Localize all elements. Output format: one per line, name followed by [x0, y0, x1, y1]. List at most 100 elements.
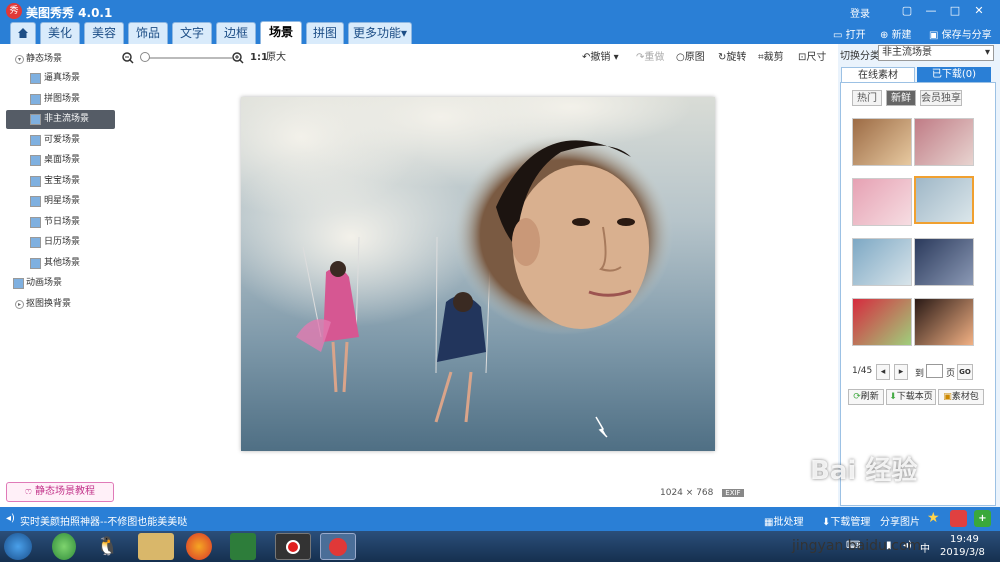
star-icon[interactable]: ★ [927, 510, 940, 526]
add-icon[interactable]: + [974, 510, 991, 527]
resize-button[interactable]: ⊡尺寸 [798, 48, 826, 68]
tab-cosmetic[interactable]: 美容 [84, 22, 124, 44]
image-width: 1024 [660, 488, 683, 498]
save-icon: ▣ [929, 30, 942, 41]
subtab-hot[interactable]: 热门 [852, 90, 882, 106]
category-value: 非主流场景 [882, 47, 932, 58]
minimize-button[interactable]: — [922, 3, 940, 19]
material-thumbnail[interactable] [852, 298, 912, 346]
sidebar-item-baby[interactable]: 宝宝场景 [0, 172, 118, 191]
tutorial-label: 静态场景教程 [34, 486, 95, 497]
sidebar-item-holiday[interactable]: 节日场景 [0, 213, 118, 232]
image-height: 768 [696, 488, 714, 498]
title-bar: 秀 美图秀秀 4.0.1 登录 ▢ — □ ✕ [0, 0, 1000, 22]
rotate-button[interactable]: ↻旋转 [718, 48, 746, 68]
restore-button[interactable]: ▢ [898, 3, 916, 19]
material-pack-button[interactable]: ▣素材包 [938, 389, 984, 405]
material-thumbnail[interactable] [914, 298, 974, 346]
share-picture-button[interactable]: 分享图片 [880, 513, 920, 528]
sidebar-item-calendar[interactable]: 日历场景 [0, 233, 118, 252]
prev-page-button[interactable]: ◂ [876, 364, 890, 380]
zoom-in-icon[interactable] [232, 52, 244, 72]
scene-sidebar: ▾ 静态场景 逼真场景 拼图场景 非主流场景 可爱场景 桌面场景 宝宝场景 明星场… [0, 44, 120, 506]
sidebar-item-other[interactable]: 其他场景 [0, 254, 118, 273]
undo-button[interactable]: ↶撤销 ▾ [582, 48, 619, 68]
sidebar-item-label: 可爱场景 [44, 135, 81, 145]
home-icon [18, 28, 28, 38]
zoom-slider-thumb[interactable] [140, 52, 150, 62]
tab-downloaded[interactable]: 已下载(0) [917, 67, 991, 83]
tab-collage[interactable]: 拼图 [306, 22, 344, 44]
weibo-icon[interactable] [950, 510, 967, 527]
ie-icon[interactable] [52, 533, 76, 560]
subtab-vip[interactable]: 会员独享 [920, 90, 962, 106]
tab-online-materials[interactable]: 在线素材 [841, 67, 915, 83]
subtab-fresh[interactable]: 新鲜 [886, 90, 916, 106]
tab-border[interactable]: 边框 [216, 22, 256, 44]
download-page-button[interactable]: ⬇下载本页 [886, 389, 936, 405]
explorer-icon[interactable] [138, 533, 174, 560]
download-manager-label: 下载管理 [830, 517, 871, 528]
scene-icon [30, 237, 41, 248]
tab-scene[interactable]: 场景 [260, 21, 302, 44]
material-thumbnail[interactable] [914, 118, 974, 166]
next-page-button[interactable]: ▸ [894, 364, 908, 380]
sidebar-item-nonmainstream[interactable]: 非主流场景 [6, 110, 115, 129]
clock-time[interactable]: 19:49 [950, 534, 979, 545]
tab-more[interactable]: 更多功能▾ [348, 22, 412, 44]
crop-button[interactable]: ⌗裁剪 [758, 48, 784, 68]
go-button[interactable]: GO [957, 364, 973, 380]
sidebar-item-celebrity[interactable]: 明星场景 [0, 192, 118, 211]
material-thumbnail[interactable] [914, 238, 974, 286]
tab-beautify[interactable]: 美化 [40, 22, 80, 44]
app-logo-icon: 秀 [6, 3, 22, 19]
clock-date[interactable]: 2019/3/8 [940, 547, 985, 558]
home-tab[interactable] [10, 22, 36, 44]
sidebar-item-realistic[interactable]: 逼真场景 [0, 69, 118, 88]
sidebar-item-cute[interactable]: 可爱场景 [0, 131, 118, 150]
new-label: 新建 [891, 30, 912, 41]
sidebar-group-static[interactable]: ▾ 静态场景 [0, 50, 118, 69]
refresh-button[interactable]: ⟳刷新 [848, 389, 884, 405]
goto-label: 到 [915, 369, 925, 379]
original-button[interactable]: ○原图 [676, 48, 705, 68]
ime-icon[interactable]: 中 [920, 540, 930, 555]
start-button[interactable] [4, 533, 32, 560]
tab-accessories[interactable]: 饰品 [128, 22, 168, 44]
material-thumbnail[interactable] [852, 238, 912, 286]
login-link[interactable]: 登录 [850, 5, 870, 20]
recorder-icon[interactable] [275, 533, 311, 560]
save-share-button[interactable]: ▣ 保存与分享 [929, 26, 992, 41]
redo-button[interactable]: ↷重做 [636, 48, 664, 68]
zoom-out-icon[interactable] [122, 52, 134, 72]
exif-badge[interactable]: EXIF [722, 489, 744, 497]
sidebar-item-desktop[interactable]: 桌面场景 [0, 151, 118, 170]
sidebar-group-animated[interactable]: 动画场景 [0, 274, 118, 293]
sidebar-group-label: 静态场景 [26, 54, 63, 64]
category-select[interactable]: 非主流场景 ▾ [878, 45, 994, 61]
download-manager-button[interactable]: ⬇下载管理 [822, 513, 870, 528]
sidebar-group-cutout[interactable]: ▸ 抠图换背景 [0, 295, 118, 314]
meitu-taskbar-icon[interactable] [320, 533, 356, 560]
material-thumbnail[interactable] [852, 118, 912, 166]
sidebar-group-label: 抠图换背景 [26, 299, 72, 309]
promo-message[interactable]: 实时美颜拍照神器--不修图也能美美哒 [20, 513, 187, 528]
close-button[interactable]: ✕ [970, 3, 988, 19]
material-thumbnail[interactable] [852, 178, 912, 226]
tab-text[interactable]: 文字 [172, 22, 212, 44]
sidebar-item-collage[interactable]: 拼图场景 [0, 90, 118, 109]
photo-canvas[interactable] [241, 97, 715, 451]
page-input[interactable] [926, 364, 943, 378]
original-size-button[interactable]: 原大 [266, 48, 286, 68]
media-player-icon[interactable] [230, 533, 256, 560]
material-thumbnail[interactable] [914, 176, 974, 224]
batch-process-button[interactable]: ▦批处理 [764, 513, 803, 528]
tutorial-button[interactable]: ෆ 静态场景教程 [6, 482, 114, 502]
qq-icon[interactable]: 🐧 [96, 533, 126, 560]
zoom-slider[interactable] [140, 52, 232, 62]
firefox-icon[interactable] [186, 533, 212, 560]
new-button[interactable]: ⊕ 新建 [880, 26, 912, 41]
open-button[interactable]: ▭ 打开 [833, 26, 866, 41]
maximize-button[interactable]: □ [946, 3, 964, 19]
rotate-label: 旋转 [726, 52, 747, 63]
